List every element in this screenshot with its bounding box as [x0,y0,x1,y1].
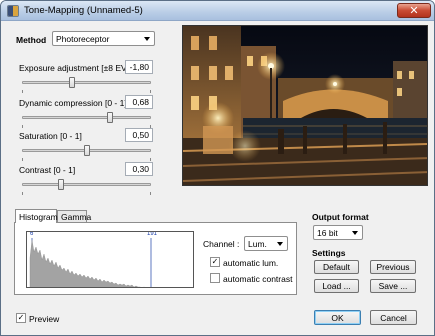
contrast-label: Contrast [0 - 1] [19,165,76,175]
previous-button[interactable]: Previous [370,260,416,274]
checkmark-icon: ✓ [211,257,219,266]
contrast-input[interactable]: 0,30 [125,162,153,176]
output-format-label: Output format [312,212,369,222]
chevron-down-icon [144,37,150,41]
default-button-label: Default [323,262,350,272]
previous-button-label: Previous [376,262,410,272]
load-button-label: Load ... [322,281,351,291]
default-button[interactable]: Default [314,260,359,274]
histogram-panel: 6 191 Channel : Lum. ✓ automatic lum. au… [14,222,297,295]
chevron-down-icon [277,242,283,246]
preview-checkbox[interactable]: ✓ [16,313,26,323]
auto-contrast-label: automatic contrast [223,274,293,284]
save-button[interactable]: Save ... [370,279,416,293]
exposure-slider-track[interactable] [22,81,151,84]
saturation-slider-thumb[interactable] [83,145,90,156]
preview-label: Preview [29,314,60,324]
contrast-slider-ticks [22,192,151,195]
compression-slider-track[interactable] [22,116,151,119]
window-title: Tone-Mapping (Unnamed-5) [24,5,143,16]
channel-value: Lum. [248,238,267,249]
app-icon [7,5,19,17]
histogram-chart[interactable]: 6 191 [26,231,194,288]
chevron-down-icon [352,231,358,235]
close-button[interactable]: ✕ [397,3,431,18]
saturation-slider-ticks [22,158,151,161]
compression-slider-thumb[interactable] [106,112,113,123]
auto-lum-label: automatic lum. [223,258,279,268]
contrast-slider-thumb[interactable] [57,179,64,190]
method-value: Photoreceptor [56,33,110,44]
auto-contrast-checkbox[interactable] [210,273,220,283]
title-bar[interactable]: Tone-Mapping (Unnamed-5) ✕ [1,1,434,21]
close-icon: ✕ [409,5,419,17]
tone-mapping-dialog: Tone-Mapping (Unnamed-5) ✕ Method Photor… [0,0,435,336]
method-label: Method [16,35,47,45]
compression-input[interactable]: 0,68 [125,95,153,109]
tab-histogram[interactable]: Histogram [15,209,58,223]
histogram-plot [29,238,152,287]
ok-button[interactable]: OK [314,310,361,325]
output-format-value: 16 bit [317,227,338,238]
cancel-button-label: Cancel [380,312,407,323]
saturation-input[interactable]: 0,50 [125,128,153,142]
load-button[interactable]: Load ... [314,279,359,293]
compression-label: Dynamic compression [0 - 1] [19,98,127,108]
method-select[interactable]: Photoreceptor [52,31,155,46]
cancel-button[interactable]: Cancel [370,310,417,325]
exposure-label: Exposure adjustment [±8 EV] [19,63,130,73]
save-button-label: Save ... [378,281,408,291]
preview-image [182,25,428,186]
saturation-label: Saturation [0 - 1] [19,131,82,141]
settings-label: Settings [312,248,346,258]
tab-gamma-label: Gamma [61,212,92,222]
exposure-slider-ticks [22,90,151,93]
tab-histogram-label: Histogram [19,211,58,222]
auto-lum-checkbox[interactable]: ✓ [210,257,220,267]
channel-label: Channel : [203,239,240,249]
exposure-slider-thumb[interactable] [68,77,75,88]
exposure-input[interactable]: -1,80 [125,60,153,74]
checkmark-icon: ✓ [17,313,25,322]
preview-scene [183,26,427,185]
contrast-slider-track[interactable] [22,183,151,186]
channel-select[interactable]: Lum. [244,236,288,251]
output-format-select[interactable]: 16 bit [313,225,363,240]
ok-button-label: OK [331,312,344,323]
